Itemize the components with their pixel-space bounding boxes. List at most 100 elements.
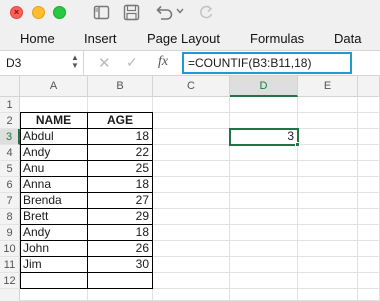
cell-c11[interactable] — [153, 257, 230, 273]
row-header-3[interactable]: 3 — [0, 129, 20, 145]
sidebar-icon[interactable] — [93, 4, 110, 22]
tab-formulas[interactable]: Formulas — [250, 31, 304, 46]
cell-e1[interactable] — [298, 97, 358, 113]
cell-f10[interactable] — [358, 241, 380, 257]
row-header-2[interactable]: 2 — [0, 113, 20, 129]
cell-b8[interactable]: 29 — [88, 209, 153, 225]
cell-e6[interactable] — [298, 177, 358, 193]
cell-d11[interactable] — [230, 257, 298, 273]
tab-home[interactable]: Home — [20, 31, 55, 46]
cell-e10[interactable] — [298, 241, 358, 257]
column-header-e[interactable]: E — [298, 76, 358, 97]
cell-f4[interactable] — [358, 145, 380, 161]
cell-a11[interactable]: Jim — [20, 257, 88, 273]
cell-b9[interactable]: 18 — [88, 225, 153, 241]
redo-icon[interactable] — [198, 4, 215, 22]
row-header-5[interactable]: 5 — [0, 161, 20, 177]
cell-f9[interactable] — [358, 225, 380, 241]
cell-e13[interactable] — [298, 289, 358, 301]
row-header-7[interactable]: 7 — [0, 193, 20, 209]
fill-handle[interactable] — [295, 142, 300, 147]
cell-d1[interactable] — [230, 97, 298, 113]
cell-a6[interactable]: Anna — [20, 177, 88, 193]
cell-d12[interactable] — [230, 273, 298, 289]
cell-c6[interactable] — [153, 177, 230, 193]
cell-a13[interactable] — [20, 289, 88, 301]
cell-f3[interactable] — [358, 129, 380, 145]
cell-f6[interactable] — [358, 177, 380, 193]
cell-f5[interactable] — [358, 161, 380, 177]
name-box[interactable]: D3 ▲ ▼ — [0, 51, 84, 75]
column-header-c[interactable]: C — [153, 76, 230, 97]
cell-b6[interactable]: 18 — [88, 177, 153, 193]
cell-f7[interactable] — [358, 193, 380, 209]
cell-b5[interactable]: 25 — [88, 161, 153, 177]
select-all-corner[interactable] — [0, 76, 20, 97]
tab-data[interactable]: Data — [334, 31, 361, 46]
column-header-a[interactable]: A — [20, 76, 88, 97]
cell-a10[interactable]: John — [20, 241, 88, 257]
cell-f8[interactable] — [358, 209, 380, 225]
cell-b4[interactable]: 22 — [88, 145, 153, 161]
cell-f13[interactable] — [358, 289, 380, 301]
minimize-window-button[interactable] — [32, 6, 45, 19]
cell-d5[interactable] — [230, 161, 298, 177]
cell-a8[interactable]: Brett — [20, 209, 88, 225]
row-header-8[interactable]: 8 — [0, 209, 20, 225]
cell-a7[interactable]: Brenda — [20, 193, 88, 209]
row-header-13[interactable] — [0, 289, 20, 301]
cell-c1[interactable] — [153, 97, 230, 113]
name-box-stepper-icon[interactable]: ▲ ▼ — [71, 54, 79, 70]
cell-e4[interactable] — [298, 145, 358, 161]
undo-dropdown-icon[interactable] — [176, 7, 184, 25]
cell-f12[interactable] — [358, 273, 380, 289]
row-header-10[interactable]: 10 — [0, 241, 20, 257]
cell-f2[interactable] — [358, 113, 380, 129]
cell-d8[interactable] — [230, 209, 298, 225]
enter-formula-icon[interactable]: ✓ — [126, 54, 138, 71]
formula-input[interactable]: =COUNTIF(B3:B11,18) — [182, 52, 352, 74]
cell-c2[interactable] — [153, 113, 230, 129]
cell-b2[interactable]: AGE — [88, 113, 153, 129]
cell-a5[interactable]: Anu — [20, 161, 88, 177]
cell-b11[interactable]: 30 — [88, 257, 153, 273]
cell-b13[interactable] — [88, 289, 153, 301]
cell-c10[interactable] — [153, 241, 230, 257]
cell-e3[interactable] — [298, 129, 358, 145]
cell-a2[interactable]: NAME — [20, 113, 88, 129]
cell-d10[interactable] — [230, 241, 298, 257]
cell-d7[interactable] — [230, 193, 298, 209]
zoom-window-button[interactable] — [53, 6, 66, 19]
row-header-11[interactable]: 11 — [0, 257, 20, 273]
column-header-d[interactable]: D — [230, 76, 298, 97]
cell-c3[interactable] — [153, 129, 230, 145]
column-header-b[interactable]: B — [88, 76, 153, 97]
row-header-12[interactable]: 12 — [0, 273, 20, 289]
tab-page-layout[interactable]: Page Layout — [147, 31, 220, 46]
row-header-1[interactable]: 1 — [0, 97, 20, 113]
row-header-4[interactable]: 4 — [0, 145, 20, 161]
cell-b10[interactable]: 26 — [88, 241, 153, 257]
cell-d4[interactable] — [230, 145, 298, 161]
cell-b1[interactable] — [88, 97, 153, 113]
cell-a1[interactable] — [20, 97, 88, 113]
cell-b7[interactable]: 27 — [88, 193, 153, 209]
cell-b3[interactable]: 18 — [88, 129, 153, 145]
cell-e11[interactable] — [298, 257, 358, 273]
cell-d9[interactable] — [230, 225, 298, 241]
cell-e8[interactable] — [298, 209, 358, 225]
cell-a12[interactable] — [20, 273, 88, 289]
cell-a9[interactable]: Andy — [20, 225, 88, 241]
cell-b12[interactable] — [88, 273, 153, 289]
cell-a3[interactable]: Abdul — [20, 129, 88, 145]
cell-c4[interactable] — [153, 145, 230, 161]
cell-c5[interactable] — [153, 161, 230, 177]
tab-insert[interactable]: Insert — [84, 31, 117, 46]
cell-a4[interactable]: Andy — [20, 145, 88, 161]
cell-e9[interactable] — [298, 225, 358, 241]
cell-d13[interactable] — [230, 289, 298, 301]
cell-c12[interactable] — [153, 273, 230, 289]
cell-e5[interactable] — [298, 161, 358, 177]
cell-e12[interactable] — [298, 273, 358, 289]
row-header-6[interactable]: 6 — [0, 177, 20, 193]
